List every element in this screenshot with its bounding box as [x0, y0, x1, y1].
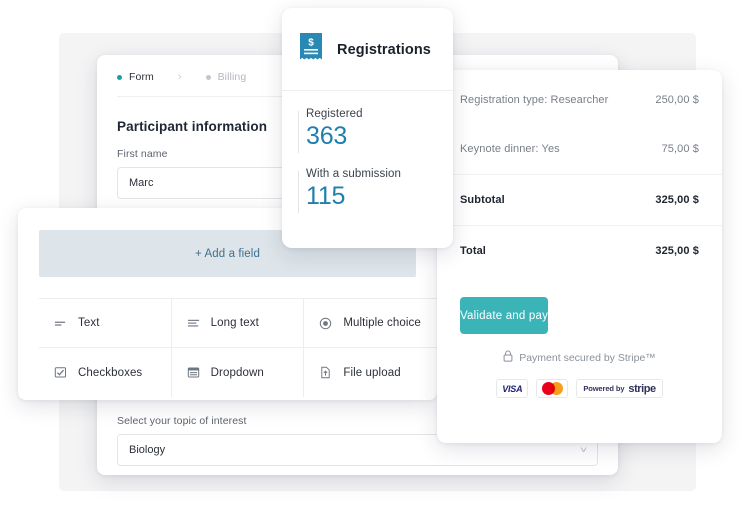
stat-value: 115 — [306, 182, 346, 210]
subtotal-label: Subtotal — [460, 194, 505, 206]
field-type-label: Text — [78, 317, 100, 329]
field-type-label: Checkboxes — [78, 366, 143, 379]
chevron-right-icon: › — [177, 70, 182, 83]
validate-and-pay-button[interactable]: Validate and pay — [460, 297, 549, 334]
secured-text: Payment secured by Stripe™ — [519, 351, 656, 364]
payment-line-label: Registration type: Researcher — [460, 94, 609, 106]
field-type-grid: Text Long text Multiple choice Checkboxe… — [39, 298, 437, 397]
payment-line-amount: 250,00 $ — [655, 94, 699, 106]
registrations-stats-card: $ Registrations Registered 363 With a su… — [282, 8, 453, 248]
mastercard-logo-icon — [541, 382, 563, 395]
step-dot-icon — [205, 74, 211, 80]
breadcrumb-label-billing: Billing — [217, 71, 247, 83]
topic-selected-value: Biology — [129, 444, 166, 456]
breadcrumb-label-form: Form — [129, 71, 154, 83]
field-type-text[interactable]: Text — [39, 299, 172, 348]
registrations-title: Registrations — [337, 42, 431, 58]
payment-line-label: Keynote dinner: Yes — [460, 143, 560, 155]
field-type-label: File upload — [343, 366, 401, 379]
visa-badge: VISA — [496, 379, 529, 398]
radio-icon — [319, 317, 332, 330]
svg-text:$: $ — [308, 38, 314, 49]
stripe-logo-text: stripe — [628, 382, 656, 395]
powered-by-stripe-badge: Powered by stripe — [576, 379, 663, 398]
mastercard-badge — [536, 379, 569, 398]
stat-with-a-submission: With a submission 115 — [282, 151, 453, 213]
field-type-multiple-choice[interactable]: Multiple choice — [304, 299, 437, 348]
total-label: Total — [460, 245, 486, 257]
stat-registered: Registered 363 — [282, 91, 453, 153]
text-line-icon — [54, 317, 67, 330]
subtotal-amount: 325,00 $ — [655, 194, 699, 206]
payment-line-keynote-dinner: Keynote dinner: Yes 75,00 $ — [437, 124, 722, 174]
step-dot-icon — [117, 74, 122, 80]
long-text-icon — [187, 317, 200, 330]
stat-label: With a submission — [306, 168, 402, 180]
checkbox-icon — [54, 366, 67, 379]
stripe-prefix-text: Powered by — [583, 384, 625, 393]
field-type-label: Long text — [210, 317, 259, 329]
breadcrumb-step-form[interactable]: Form — [117, 71, 154, 83]
payment-subtotal-row: Subtotal 325,00 $ — [437, 175, 722, 225]
receipt-dollar-icon: $ — [298, 32, 324, 68]
screenshot-stage: Form › Billing Participant information F… — [0, 0, 750, 524]
field-type-long-text[interactable]: Long text — [171, 299, 305, 348]
payment-line-amount: 75,00 $ — [661, 143, 699, 155]
lock-icon — [503, 350, 513, 365]
field-type-label: Multiple choice — [343, 317, 421, 329]
stat-value: 363 — [306, 122, 348, 150]
stat-label: Registered — [306, 108, 363, 120]
total-amount: 325,00 $ — [655, 245, 699, 257]
payment-line-registration-type: Registration type: Researcher 250,00 $ — [437, 70, 722, 124]
dropdown-icon — [187, 366, 200, 379]
registrations-header: $ Registrations — [282, 8, 453, 90]
file-upload-icon — [319, 366, 332, 379]
chevron-down-icon: ˅ — [579, 444, 587, 455]
payment-total-row: Total 325,00 $ — [437, 226, 722, 276]
field-type-dropdown[interactable]: Dropdown — [172, 348, 305, 397]
field-type-checkboxes[interactable]: Checkboxes — [39, 348, 172, 397]
visa-logo-text: VISA — [502, 383, 523, 394]
payment-method-badges: VISA Powered by stripe — [437, 379, 722, 398]
payment-secured-note: Payment secured by Stripe™ — [437, 350, 722, 365]
field-type-label: Dropdown — [210, 366, 264, 379]
field-type-file-upload[interactable]: File upload — [304, 348, 437, 397]
payment-summary-card: Registration type: Researcher 250,00 $ K… — [437, 70, 722, 443]
breadcrumb-step-billing[interactable]: Billing — [205, 71, 247, 83]
